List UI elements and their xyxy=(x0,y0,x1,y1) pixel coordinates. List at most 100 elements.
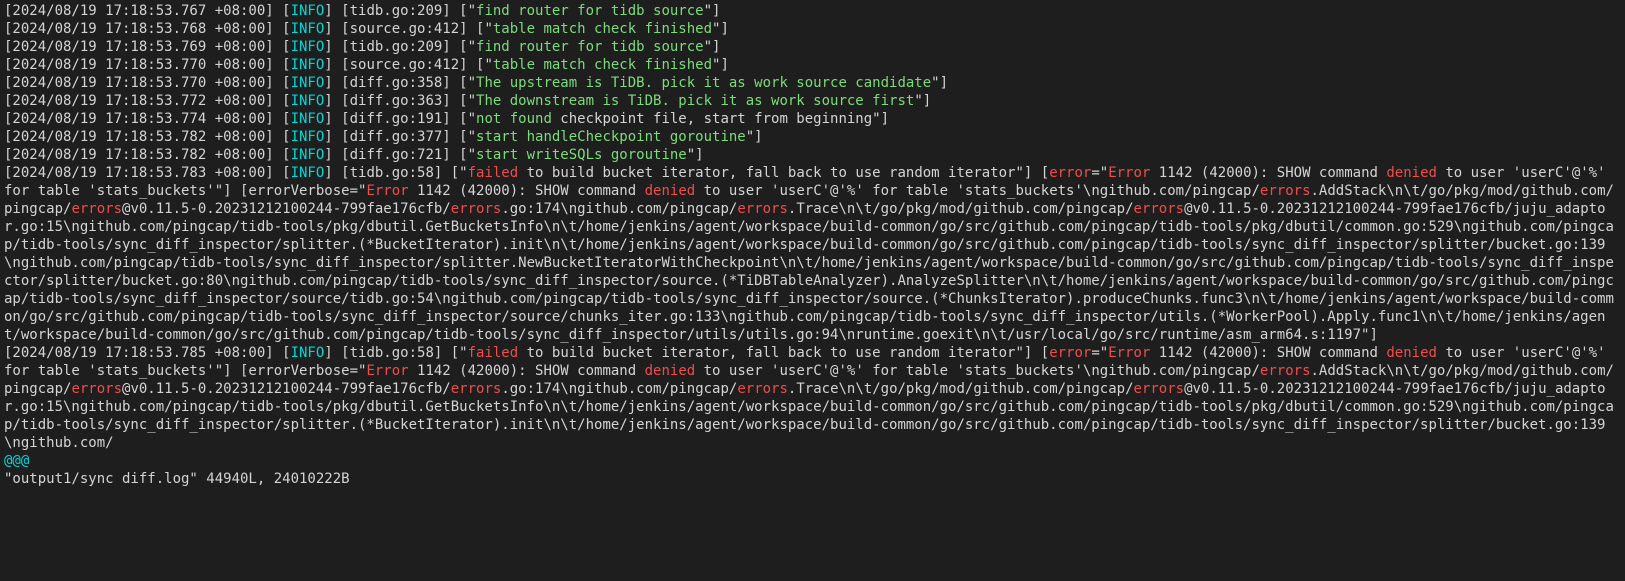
log-segment: 1142 (42000): SHOW command xyxy=(409,363,645,379)
log-segment: errors xyxy=(71,201,122,217)
log-segment: "] xyxy=(914,93,931,109)
log-segment: [2024/08/19 17:18:53.770 +08:00] [ xyxy=(4,75,291,91)
log-segment: [2024/08/19 17:18:53.774 +08:00] [ xyxy=(4,111,291,127)
log-segment: errors xyxy=(451,201,502,217)
log-segment: .Trace\n\t/go/pkg/mod/github.com/pingcap… xyxy=(788,381,1134,397)
log-segment: errors xyxy=(1134,381,1185,397)
log-segment: ] [tidb.go:58] [" xyxy=(324,345,467,361)
log-segment: checkpoint file, start from beginning"] xyxy=(552,111,889,127)
log-segment: .go:174\ngithub.com/pingcap/ xyxy=(501,201,737,217)
log-segment: INFO xyxy=(291,345,325,361)
log-segment: "] xyxy=(704,39,721,55)
log-segment: The downstream is TiDB. pick it as work … xyxy=(476,93,914,109)
log-segment: INFO xyxy=(291,21,325,37)
log-segment: ] [tidb.go:58] [" xyxy=(324,165,467,181)
log-segment: "] xyxy=(687,147,704,163)
log-segment: failed xyxy=(468,345,519,361)
log-segment: 1142 (42000): SHOW command xyxy=(409,183,645,199)
log-segment: INFO xyxy=(291,75,325,91)
log-segment: "] xyxy=(712,21,729,37)
log-segment: start writeSQLs goroutine xyxy=(476,147,687,163)
log-segment: ] [diff.go:377] [" xyxy=(324,129,476,145)
log-segment: [2024/08/19 17:18:53.772 +08:00] [ xyxy=(4,93,291,109)
log-segment: @@@ xyxy=(4,453,29,469)
log-segment: find router for tidb source xyxy=(476,39,704,55)
log-segment: failed xyxy=(468,165,519,181)
log-segment: denied xyxy=(1386,165,1437,181)
log-segment: errors xyxy=(737,201,788,217)
log-segment: @v0.11.5-0.20231212100244-799fae176cfb/ xyxy=(122,201,451,217)
log-segment: ] [source.go:412] [" xyxy=(324,57,493,73)
log-segment: ] [diff.go:363] [" xyxy=(324,93,476,109)
log-segment: error xyxy=(1049,345,1091,361)
log-segment: denied xyxy=(645,183,696,199)
log-segment: INFO xyxy=(291,147,325,163)
log-segment: [2024/08/19 17:18:53.768 +08:00] [ xyxy=(4,21,291,37)
log-segment: The upstream is TiDB. pick it as work so… xyxy=(476,75,931,91)
log-segment: .Trace\n\t/go/pkg/mod/github.com/pingcap… xyxy=(788,201,1134,217)
log-segment: INFO xyxy=(291,111,325,127)
log-segment: denied xyxy=(1386,345,1437,361)
log-segment: table match check finished xyxy=(493,21,712,37)
log-segment: "] xyxy=(746,129,763,145)
log-segment: ] [tidb.go:209] [" xyxy=(324,3,476,19)
log-segment: "] xyxy=(931,75,948,91)
log-segment: "] xyxy=(712,57,729,73)
log-line: [2024/08/19 17:18:53.782 +08:00] [INFO] … xyxy=(4,146,1621,164)
log-segment: error xyxy=(1049,165,1091,181)
log-segment: ] [source.go:412] [" xyxy=(324,21,493,37)
log-segment: start handleCheckpoint goroutine xyxy=(476,129,746,145)
log-segment: denied xyxy=(645,363,696,379)
log-segment: INFO xyxy=(291,93,325,109)
log-line: [2024/08/19 17:18:53.770 +08:00] [INFO] … xyxy=(4,74,1621,92)
log-segment: INFO xyxy=(291,39,325,55)
log-segment: errors xyxy=(1134,201,1185,217)
log-segment: errors xyxy=(737,381,788,397)
log-segment: INFO xyxy=(291,57,325,73)
log-segment: ] [diff.go:191] [" xyxy=(324,111,476,127)
log-line: [2024/08/19 17:18:53.785 +08:00] [INFO] … xyxy=(4,344,1621,452)
terminal-output[interactable]: [2024/08/19 17:18:53.767 +08:00] [INFO] … xyxy=(0,0,1625,490)
vim-status-line: "output1/sync diff.log" 44940L, 24010222… xyxy=(4,470,1621,488)
log-segment: @v0.11.5-0.20231212100244-799fae176cfb/j… xyxy=(4,201,1614,343)
log-segment: errors xyxy=(1260,363,1311,379)
log-segment: ] [diff.go:358] [" xyxy=(324,75,476,91)
log-segment: [2024/08/19 17:18:53.770 +08:00] [ xyxy=(4,57,291,73)
log-segment: ] [diff.go:721] [" xyxy=(324,147,476,163)
log-line: [2024/08/19 17:18:53.767 +08:00] [INFO] … xyxy=(4,2,1621,20)
log-line: [2024/08/19 17:18:53.768 +08:00] [INFO] … xyxy=(4,20,1621,38)
log-segment: to user 'userC'@'%' for table 'stats_buc… xyxy=(695,363,1260,379)
log-segment: .go:174\ngithub.com/pingcap/ xyxy=(501,381,737,397)
log-segment: find router for tidb source xyxy=(476,3,704,19)
log-segment: Error xyxy=(1108,165,1150,181)
log-segment: [2024/08/19 17:18:53.783 +08:00] [ xyxy=(4,165,291,181)
log-segment: to user 'userC'@'%' for table 'stats_buc… xyxy=(695,183,1260,199)
log-segment: INFO xyxy=(291,165,325,181)
log-segment: errors xyxy=(71,381,122,397)
log-segment: 1142 (42000): SHOW command xyxy=(1150,165,1386,181)
log-line: @@@ xyxy=(4,452,1621,470)
log-line: [2024/08/19 17:18:53.782 +08:00] [INFO] … xyxy=(4,128,1621,146)
log-segment: errors xyxy=(451,381,502,397)
log-segment: [2024/08/19 17:18:53.782 +08:00] [ xyxy=(4,147,291,163)
log-segment: [2024/08/19 17:18:53.767 +08:00] [ xyxy=(4,3,291,19)
log-line: [2024/08/19 17:18:53.774 +08:00] [INFO] … xyxy=(4,110,1621,128)
log-line: [2024/08/19 17:18:53.769 +08:00] [INFO] … xyxy=(4,38,1621,56)
log-segment: to build bucket iterator, fall back to u… xyxy=(518,345,1049,361)
log-segment: [2024/08/19 17:18:53.782 +08:00] [ xyxy=(4,129,291,145)
log-segment: 1142 (42000): SHOW command xyxy=(1150,345,1386,361)
log-segment: INFO xyxy=(291,3,325,19)
log-segment: =" xyxy=(1091,165,1108,181)
log-segment: Error xyxy=(366,183,408,199)
log-segment: [2024/08/19 17:18:53.769 +08:00] [ xyxy=(4,39,291,55)
log-segment: @v0.11.5-0.20231212100244-799fae176cfb/ xyxy=(122,381,451,397)
log-line: [2024/08/19 17:18:53.770 +08:00] [INFO] … xyxy=(4,56,1621,74)
log-segment: to build bucket iterator, fall back to u… xyxy=(518,165,1049,181)
log-segment: =" xyxy=(1091,345,1108,361)
log-line: [2024/08/19 17:18:53.772 +08:00] [INFO] … xyxy=(4,92,1621,110)
log-segment: [2024/08/19 17:18:53.785 +08:00] [ xyxy=(4,345,291,361)
log-segment: ] [tidb.go:209] [" xyxy=(324,39,476,55)
log-line: [2024/08/19 17:18:53.783 +08:00] [INFO] … xyxy=(4,164,1621,344)
log-segment: Error xyxy=(366,363,408,379)
log-segment: INFO xyxy=(291,129,325,145)
